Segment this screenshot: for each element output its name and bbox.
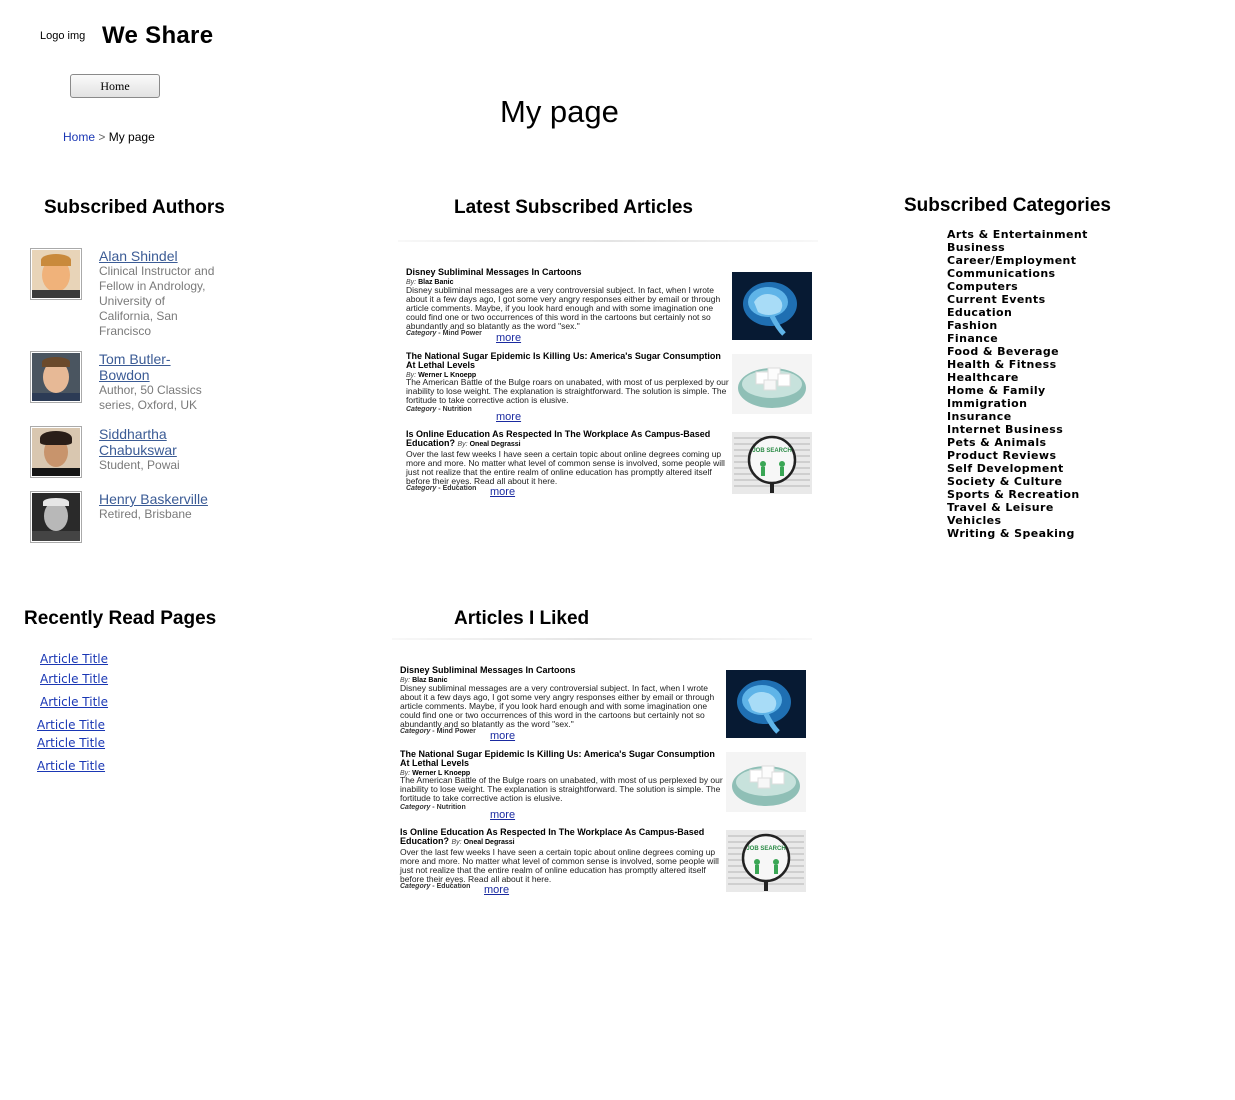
article-category: Category - Mind Power — [400, 728, 476, 735]
category-item[interactable]: Insurance — [947, 410, 1088, 423]
recent-article-link[interactable]: Article Title — [37, 718, 105, 732]
category-item[interactable]: Society & Culture — [947, 475, 1088, 488]
author-description: Clinical Instructor and Fellow in Androl… — [99, 264, 215, 338]
brain-scan-thumbnail[interactable] — [726, 670, 806, 738]
author-description: Student, Powai — [99, 458, 180, 472]
article-title[interactable]: Is Online Education As Respected In The … — [406, 430, 731, 449]
category-item[interactable]: Business — [947, 241, 1088, 254]
article-title[interactable]: The National Sugar Epidemic Is Killing U… — [406, 352, 731, 380]
articles-liked-heading: Articles I Liked — [454, 608, 590, 629]
article-author: By: Oneal Degrassi — [457, 441, 521, 448]
category-item[interactable]: Health & Fitness — [947, 358, 1088, 371]
author-name-link[interactable]: Alan Shindel — [99, 248, 219, 264]
article-snippet: Over the last few weeks I have seen a ce… — [406, 449, 725, 486]
category-item[interactable]: Self Development — [947, 462, 1088, 475]
article-snippet: The American Battle of the Bulge roars o… — [406, 377, 729, 405]
more-link[interactable]: more — [490, 730, 515, 742]
article-item: The National Sugar Epidemic Is Killing U… — [406, 352, 816, 427]
category-item[interactable]: Travel & Leisure — [947, 501, 1088, 514]
article-category: Category - Education — [400, 883, 471, 890]
article-category: Category - Nutrition — [400, 804, 466, 811]
page-title: My page — [500, 94, 619, 129]
category-item[interactable]: Pets & Animals — [947, 436, 1088, 449]
category-item[interactable]: Internet Business — [947, 423, 1088, 436]
article-title[interactable]: Is Online Education As Respected In The … — [400, 828, 725, 847]
site-title: We Share — [102, 22, 214, 49]
author-avatar[interactable] — [30, 351, 82, 403]
job-search-thumbnail[interactable]: JOB SEARCH — [726, 830, 806, 892]
author-avatar[interactable] — [30, 426, 82, 478]
category-item[interactable]: Education — [947, 306, 1088, 319]
recent-article-link[interactable]: Article Title — [40, 652, 108, 666]
more-link[interactable]: more — [490, 809, 515, 821]
article-item: Is Online Education As Respected In The … — [400, 828, 810, 903]
category-item[interactable]: Arts & Entertainment — [947, 228, 1088, 241]
author-description: Retired, Brisbane — [99, 507, 192, 521]
author-name-link[interactable]: Henry Baskerville — [99, 491, 219, 507]
category-item[interactable]: Finance — [947, 332, 1088, 345]
breadcrumb-current: My page — [108, 130, 155, 144]
category-item[interactable]: Writing & Speaking — [947, 527, 1088, 540]
more-link[interactable]: more — [496, 332, 521, 344]
article-category: Category - Education — [406, 485, 477, 492]
category-item[interactable]: Food & Beverage — [947, 345, 1088, 358]
category-item[interactable]: Immigration — [947, 397, 1088, 410]
category-item[interactable]: Communications — [947, 267, 1088, 280]
latest-articles-list: Disney Subliminal Messages In Cartoons B… — [398, 240, 818, 505]
category-item[interactable]: Home & Family — [947, 384, 1088, 397]
author-avatar[interactable] — [30, 248, 82, 300]
article-snippet: Disney subliminal messages are a very co… — [400, 683, 715, 729]
recent-article-link[interactable]: Article Title — [37, 759, 105, 773]
divider — [398, 240, 818, 242]
more-link[interactable]: more — [490, 486, 515, 498]
job-search-label: JOB SEARCH — [752, 448, 792, 454]
sugar-cubes-thumbnail[interactable] — [732, 354, 812, 414]
recently-read-heading: Recently Read Pages — [24, 608, 217, 629]
more-link[interactable]: more — [484, 884, 509, 896]
category-item[interactable]: Career/Employment — [947, 254, 1088, 267]
category-item[interactable]: Healthcare — [947, 371, 1088, 384]
author-name-link[interactable]: Tom Butler-Bowdon — [99, 351, 219, 383]
category-list: Arts & Entertainment Business Career/Emplo… — [947, 228, 1088, 540]
article-snippet: The American Battle of the Bulge roars o… — [400, 775, 723, 803]
article-item: Disney Subliminal Messages In Cartoons B… — [406, 268, 816, 344]
breadcrumb: Home > My page — [63, 130, 155, 144]
category-item[interactable]: Current Events — [947, 293, 1088, 306]
category-item[interactable]: Computers — [947, 280, 1088, 293]
subscribed-categories-heading: Subscribed Categories — [904, 195, 1111, 216]
recent-article-link[interactable]: Article Title — [40, 672, 108, 686]
article-title[interactable]: The National Sugar Epidemic Is Killing U… — [400, 750, 725, 778]
author-name-link[interactable]: Siddhartha Chabukswar — [99, 426, 219, 458]
article-item: The National Sugar Epidemic Is Killing U… — [400, 750, 810, 825]
job-search-label: JOB SEARCH — [746, 846, 786, 852]
article-category: Category - Mind Power — [406, 330, 482, 337]
category-item[interactable]: Vehicles — [947, 514, 1088, 527]
breadcrumb-separator: > — [98, 130, 106, 144]
article-author: By: Oneal Degrassi — [451, 839, 515, 846]
category-item[interactable]: Fashion — [947, 319, 1088, 332]
category-item[interactable]: Sports & Recreation — [947, 488, 1088, 501]
author-description: Author, 50 Classics series, Oxford, UK — [99, 383, 202, 412]
home-button[interactable]: Home — [70, 74, 160, 98]
article-item: Is Online Education As Respected In The … — [406, 430, 816, 505]
job-search-thumbnail[interactable]: JOB SEARCH — [732, 432, 812, 494]
logo-image: Logo img — [40, 30, 86, 42]
brain-scan-thumbnail[interactable] — [732, 272, 812, 340]
subscribed-authors-heading: Subscribed Authors — [44, 197, 225, 218]
article-snippet: Disney subliminal messages are a very co… — [406, 285, 721, 331]
recent-article-link[interactable]: Article Title — [40, 695, 108, 709]
liked-articles-list: Disney Subliminal Messages In Cartoons B… — [392, 638, 812, 903]
more-link[interactable]: more — [496, 411, 521, 423]
sugar-cubes-thumbnail[interactable] — [726, 752, 806, 812]
category-item[interactable]: Product Reviews — [947, 449, 1088, 462]
author-avatar[interactable] — [30, 491, 82, 543]
latest-articles-heading: Latest Subscribed Articles — [454, 197, 693, 218]
article-category: Category - Nutrition — [406, 406, 472, 413]
recent-article-link[interactable]: Article Title — [37, 736, 105, 750]
article-snippet: Over the last few weeks I have seen a ce… — [400, 847, 719, 884]
divider — [392, 638, 812, 640]
article-item: Disney Subliminal Messages In Cartoons B… — [400, 666, 810, 742]
breadcrumb-home-link[interactable]: Home — [63, 130, 95, 144]
